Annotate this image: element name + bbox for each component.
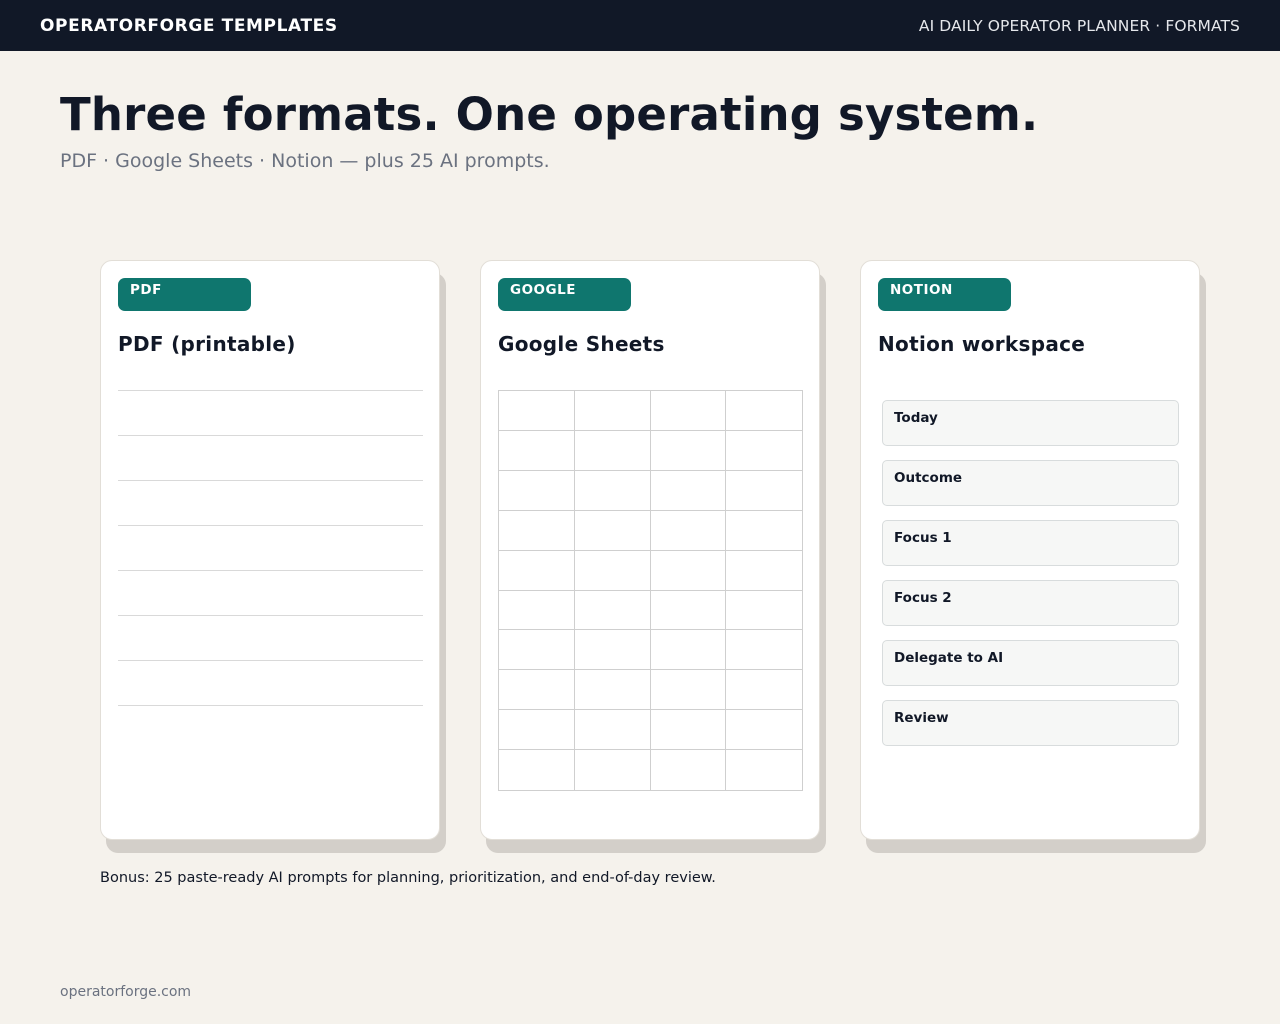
sheet-cell — [499, 750, 575, 790]
sheet-cell — [574, 391, 651, 431]
sheet-cell — [651, 750, 727, 790]
notion-block-outcome: Outcome — [882, 460, 1179, 506]
sheet-cell — [650, 470, 727, 511]
hero-title: Three formats. One operating system. — [60, 88, 1039, 141]
brand-name: OPERATORFORGE TEMPLATES — [40, 16, 338, 36]
notion-block-focus-2: Focus 2 — [882, 580, 1179, 626]
notion-card: NOTION Notion workspace Today Outcome Fo… — [860, 260, 1200, 840]
sheet-cell — [726, 670, 802, 711]
sheet-cell — [650, 391, 727, 431]
bonus-note: Bonus: 25 paste-ready AI prompts for pla… — [100, 870, 716, 886]
sheet-cell — [650, 510, 727, 551]
sheet-cell — [726, 391, 802, 431]
hero-subtitle: PDF · Google Sheets · Notion — plus 25 A… — [60, 150, 550, 172]
sheet-cell — [726, 630, 802, 671]
sheet-cell — [726, 710, 802, 751]
sheet-cell — [726, 551, 802, 591]
sheet-cell — [650, 710, 727, 751]
pdf-badge: PDF — [118, 278, 251, 311]
spreadsheet-grid — [498, 390, 803, 791]
top-bar: OPERATORFORGE TEMPLATES AI DAILY OPERATO… — [0, 0, 1280, 51]
notion-block-review: Review — [882, 700, 1179, 746]
sheet-cell — [499, 670, 575, 711]
sheet-cell — [499, 470, 575, 511]
sheet-cell — [650, 670, 727, 711]
notion-block-today: Today — [882, 400, 1179, 446]
sheet-cell — [499, 510, 575, 551]
notion-block-focus-1: Focus 1 — [882, 520, 1179, 566]
sheet-cell — [574, 510, 651, 551]
sheet-cell — [499, 391, 575, 431]
sheet-cell — [499, 550, 575, 591]
sheet-cell — [574, 470, 651, 511]
notion-block-delegate: Delegate to AI — [882, 640, 1179, 686]
sheet-cell — [499, 630, 575, 671]
sheet-cell — [574, 590, 651, 631]
ruled-line — [118, 480, 423, 481]
ruled-line — [118, 660, 423, 661]
ruled-line — [118, 570, 423, 571]
sheet-cell — [574, 630, 651, 671]
pdf-card-title: PDF (printable) — [118, 332, 296, 356]
ruled-line — [118, 435, 423, 436]
sheet-cell — [726, 750, 802, 790]
ruled-line — [118, 705, 423, 706]
page-section-label: AI DAILY OPERATOR PLANNER · FORMATS — [918, 17, 1240, 35]
sheet-cell — [574, 710, 651, 751]
sheet-cell — [726, 431, 802, 471]
sheet-cell — [650, 630, 727, 671]
sheet-cell — [726, 591, 802, 631]
sheets-card: GOOGLE Google Sheets — [480, 260, 820, 840]
pdf-card: PDF PDF (printable) — [100, 260, 440, 840]
ruled-line — [118, 390, 423, 391]
sheets-card-title: Google Sheets — [498, 332, 665, 356]
ruled-line — [118, 615, 423, 616]
sheet-cell — [650, 590, 727, 631]
google-badge: GOOGLE — [498, 278, 631, 311]
sheet-cell — [499, 430, 575, 471]
sheet-cell — [726, 511, 802, 551]
footer-link[interactable]: operatorforge.com — [60, 984, 191, 1000]
ruled-line — [118, 525, 423, 526]
sheet-cell — [575, 750, 651, 790]
sheet-cell — [499, 710, 575, 751]
sheet-cell — [650, 430, 727, 471]
sheet-cell — [574, 430, 651, 471]
sheet-cell — [499, 590, 575, 631]
sheet-cell — [574, 550, 651, 591]
sheet-cell — [650, 550, 727, 591]
notion-badge: NOTION — [878, 278, 1011, 311]
notion-card-title: Notion workspace — [878, 332, 1086, 356]
sheet-cell — [726, 471, 802, 511]
sheet-cell — [574, 670, 651, 711]
